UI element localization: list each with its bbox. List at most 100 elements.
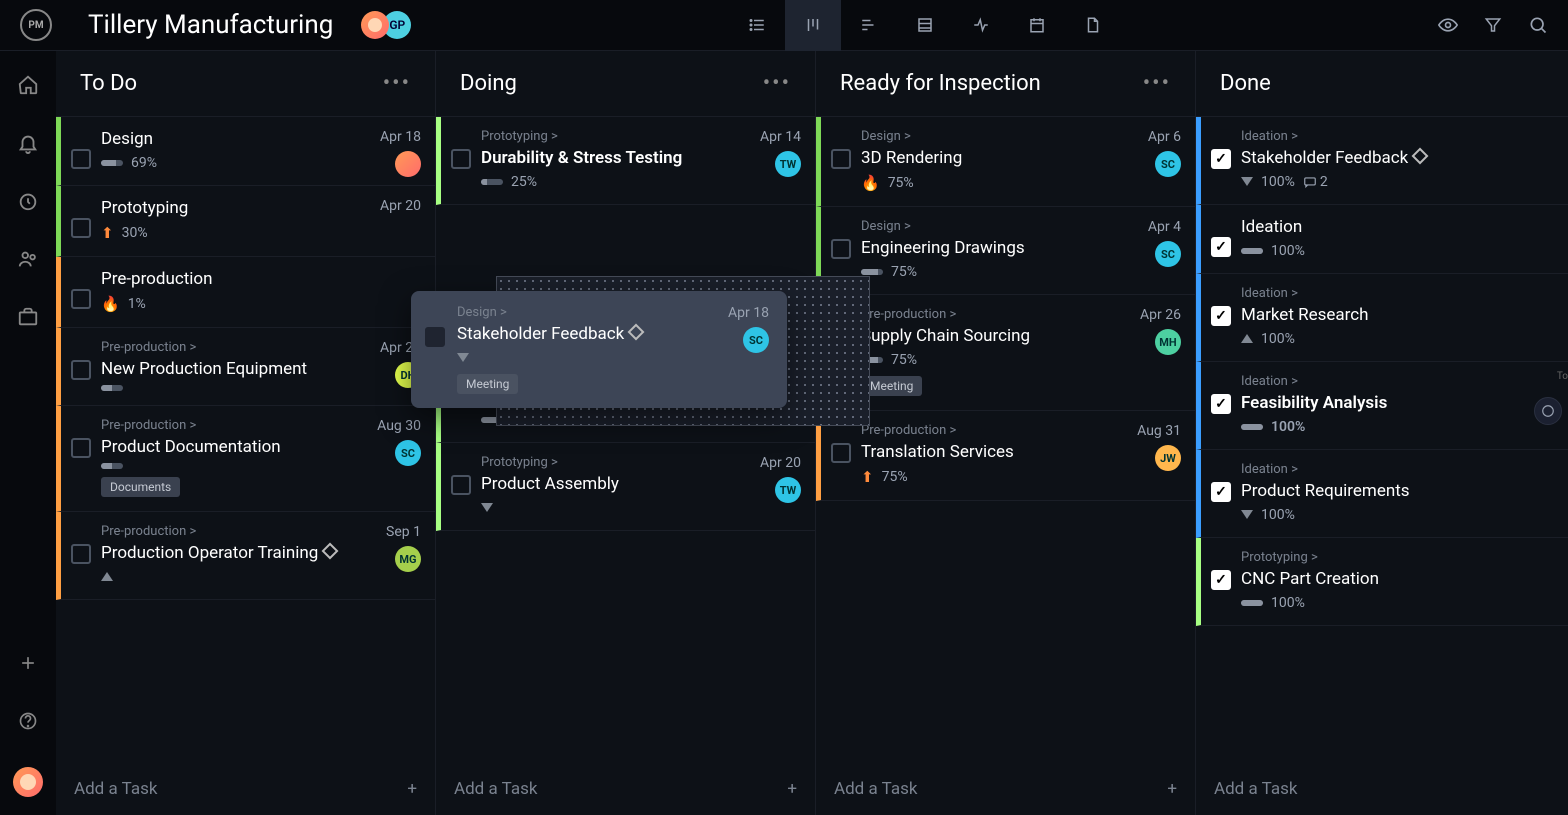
- task-card[interactable]: Prototyping ⬆30% Apr 20: [56, 186, 435, 257]
- task-checkbox[interactable]: [71, 218, 91, 238]
- task-checkbox[interactable]: [831, 149, 851, 169]
- task-checkbox[interactable]: [1211, 306, 1231, 326]
- assignee-avatar[interactable]: TW: [775, 151, 801, 177]
- task-checkbox[interactable]: [71, 289, 91, 309]
- view-docs-icon[interactable]: [1065, 0, 1121, 51]
- sidebar-timer-icon[interactable]: [16, 189, 40, 213]
- task-card[interactable]: Pre-production 🔥1%: [56, 257, 435, 328]
- column-menu-icon[interactable]: •••: [763, 71, 791, 96]
- task-checkbox[interactable]: [71, 360, 91, 380]
- task-card[interactable]: Ideation > Feasibility Analysis 100%: [1196, 362, 1568, 450]
- add-task-button[interactable]: Add a Task +: [436, 763, 815, 815]
- sidebar-work-icon[interactable]: [16, 305, 40, 329]
- assignee-avatar[interactable]: TW: [775, 477, 801, 503]
- task-breadcrumb: Prototyping >: [481, 455, 801, 470]
- assignee-avatar[interactable]: MH: [1155, 329, 1181, 355]
- task-checkbox[interactable]: [1211, 482, 1231, 502]
- task-checkbox[interactable]: [1211, 394, 1231, 414]
- comments-icon[interactable]: 2: [1303, 174, 1328, 190]
- task-checkbox[interactable]: [71, 438, 91, 458]
- task-checkbox[interactable]: [451, 149, 471, 169]
- watch-icon[interactable]: [1438, 15, 1458, 35]
- view-calendar-icon[interactable]: [1009, 0, 1065, 51]
- task-breadcrumb: Ideation >: [1241, 374, 1561, 389]
- priority-high-icon: [1241, 331, 1253, 347]
- task-card[interactable]: Ideation > Product Requirements 100%: [1196, 450, 1568, 538]
- task-card[interactable]: Design 69% Apr 18: [56, 117, 435, 186]
- assignee-avatar[interactable]: MG: [395, 546, 421, 572]
- task-card[interactable]: Pre-production > Translation Services ⬆7…: [816, 411, 1195, 501]
- task-tag[interactable]: Documents: [101, 477, 180, 497]
- task-card[interactable]: Prototyping > Durability & Stress Testin…: [436, 117, 815, 205]
- task-title: Durability & Stress Testing: [481, 148, 801, 168]
- task-checkbox[interactable]: [1211, 237, 1231, 257]
- task-checkbox[interactable]: [71, 544, 91, 564]
- task-card[interactable]: Design > 3D Rendering 🔥75% Apr 6 SC: [816, 117, 1195, 207]
- add-task-button[interactable]: Add a Task +: [816, 763, 1195, 815]
- add-task-button[interactable]: Add a Task +: [56, 763, 435, 815]
- avatar[interactable]: [361, 11, 389, 39]
- task-checkbox[interactable]: [1211, 570, 1231, 590]
- sidebar-notifications-icon[interactable]: [16, 131, 40, 155]
- task-card[interactable]: Prototyping > CNC Part Creation 100%: [1196, 538, 1568, 626]
- assignee-avatar[interactable]: SC: [395, 440, 421, 466]
- task-title: Prototyping: [101, 198, 421, 218]
- task-card[interactable]: Ideation > Market Research 100%: [1196, 274, 1568, 362]
- task-date: Aug 30: [377, 418, 421, 434]
- dragging-task-card[interactable]: Design > Stakeholder Feedback Meeting Ap…: [411, 291, 787, 408]
- task-checkbox[interactable]: [71, 149, 91, 169]
- task-checkbox[interactable]: [1211, 149, 1231, 169]
- task-breadcrumb: Ideation >: [1241, 286, 1561, 301]
- plus-icon: +: [407, 779, 417, 799]
- task-card[interactable]: Design > Engineering Drawings 75% Apr 4 …: [816, 207, 1195, 295]
- view-board-icon[interactable]: [785, 0, 841, 51]
- add-task-label: Add a Task: [834, 779, 917, 799]
- task-checkbox[interactable]: [831, 443, 851, 463]
- filter-icon[interactable]: [1484, 16, 1502, 34]
- task-checkbox[interactable]: [451, 475, 471, 495]
- task-tag[interactable]: Meeting: [457, 374, 518, 394]
- assignee-avatar[interactable]: SC: [1155, 241, 1181, 267]
- assignee-avatar[interactable]: JW: [1155, 445, 1181, 471]
- task-breadcrumb: Pre-production >: [101, 524, 421, 539]
- view-list-icon[interactable]: [729, 0, 785, 51]
- task-title: Product Assembly: [481, 474, 801, 494]
- scroll-right-fab[interactable]: [1534, 397, 1562, 425]
- assignee-avatar[interactable]: [395, 151, 421, 177]
- task-title: Product Documentation: [101, 437, 421, 457]
- assignee-avatar[interactable]: SC: [1155, 151, 1181, 177]
- sidebar-team-icon[interactable]: [16, 247, 40, 271]
- task-card[interactable]: Pre-production > Product Documentation D…: [56, 406, 435, 512]
- task-title: Ideation: [1241, 217, 1561, 237]
- task-card[interactable]: Ideation 100%: [1196, 205, 1568, 274]
- column-header: Ready for Inspection •••: [816, 51, 1195, 117]
- task-card[interactable]: Prototyping > Product Assembly Apr 20 TW: [436, 443, 815, 531]
- task-card[interactable]: Pre-production > New Production Equipmen…: [56, 328, 435, 406]
- task-tag[interactable]: Meeting: [861, 376, 922, 396]
- task-checkbox[interactable]: [425, 327, 445, 347]
- assignee-avatar[interactable]: SC: [743, 327, 769, 353]
- view-activity-icon[interactable]: [953, 0, 1009, 51]
- member-avatars[interactable]: GP: [361, 11, 411, 39]
- app-logo[interactable]: PM: [20, 9, 52, 41]
- search-icon[interactable]: [1528, 15, 1548, 35]
- sidebar-help-icon[interactable]: [16, 709, 40, 733]
- sidebar-user-avatar[interactable]: [13, 767, 43, 797]
- progress-pct: 30%: [122, 225, 148, 241]
- column-menu-icon[interactable]: •••: [383, 71, 411, 96]
- task-card[interactable]: Pre-production > Supply Chain Sourcing 7…: [816, 295, 1195, 411]
- sidebar-add-icon[interactable]: [16, 651, 40, 675]
- column-header: To Do •••: [56, 51, 435, 117]
- column-menu-icon[interactable]: •••: [1143, 71, 1171, 96]
- column-header: Doing •••: [436, 51, 815, 117]
- view-sheet-icon[interactable]: [897, 0, 953, 51]
- add-task-button[interactable]: Add a Task: [1196, 763, 1568, 815]
- task-checkbox[interactable]: [831, 239, 851, 259]
- task-card[interactable]: Pre-production > Production Operator Tra…: [56, 512, 435, 600]
- column-doing: Doing ••• Prototyping > Durability & Str…: [436, 51, 816, 815]
- task-date: Aug 31: [1137, 423, 1181, 439]
- sidebar-home-icon[interactable]: [16, 73, 40, 97]
- view-gantt-icon[interactable]: [841, 0, 897, 51]
- progress-bar: [1241, 600, 1263, 606]
- task-card[interactable]: Ideation > Stakeholder Feedback 100% 2: [1196, 117, 1568, 205]
